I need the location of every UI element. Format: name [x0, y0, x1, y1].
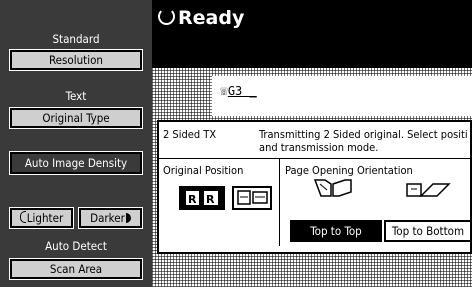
lighter-label: Lighter — [26, 211, 64, 225]
darker-button[interactable]: Darker — [78, 207, 143, 229]
status-icon — [158, 8, 175, 25]
lighter-icon — [19, 211, 26, 223]
portrait-original-icon: R R — [186, 191, 218, 206]
phone-icon: ☏ — [220, 84, 228, 99]
line-indicator: ☏G3 _ — [220, 84, 257, 99]
position-portrait-button[interactable]: R R — [179, 186, 225, 210]
resolution-button[interactable]: Resolution — [9, 49, 143, 71]
mode-label: 2 Sided TX — [163, 128, 217, 141]
column-divider — [279, 158, 280, 246]
position-landscape-button[interactable] — [232, 186, 272, 210]
status-message: Ready — [158, 6, 244, 30]
destination-display: ☏G3 _ — [212, 76, 472, 116]
auto-detect-label: Auto Detect — [45, 239, 107, 253]
lighter-button[interactable]: Lighter — [9, 207, 74, 229]
page-opening-label: Page Opening Orientation — [285, 164, 413, 177]
settings-panel: Standard Resolution Text Original Type A… — [0, 0, 152, 287]
darker-icon — [125, 213, 131, 223]
text-label: Text — [65, 89, 87, 103]
svg-text:R: R — [206, 193, 215, 206]
standard-label: Standard — [52, 32, 100, 46]
original-type-button[interactable]: Original Type — [9, 107, 143, 129]
original-position-label: Original Position — [163, 164, 244, 177]
darker-label: Darker — [90, 211, 125, 225]
two-sided-tx-dialog: 2 Sided TX Transmitting 2 Sided original… — [157, 120, 472, 254]
scan-area-button[interactable]: Scan Area — [9, 258, 143, 280]
header-divider — [159, 158, 472, 159]
calendar-open-icon — [406, 183, 451, 197]
status-bar: Ready — [152, 0, 472, 52]
auto-image-density-button[interactable]: Auto Image Density — [9, 151, 143, 175]
landscape-original-icon — [237, 190, 268, 205]
svg-text:R: R — [188, 193, 197, 206]
book-open-icon — [313, 179, 352, 197]
status-text: Ready — [178, 7, 245, 29]
top-to-bottom-button[interactable]: Top to Bottom — [384, 220, 472, 242]
destination-text: G3 _ — [227, 84, 257, 98]
top-to-top-button[interactable]: Top to Top — [290, 220, 382, 242]
instruction-message: Transmitting 2 Sided original. Select po… — [259, 128, 468, 154]
